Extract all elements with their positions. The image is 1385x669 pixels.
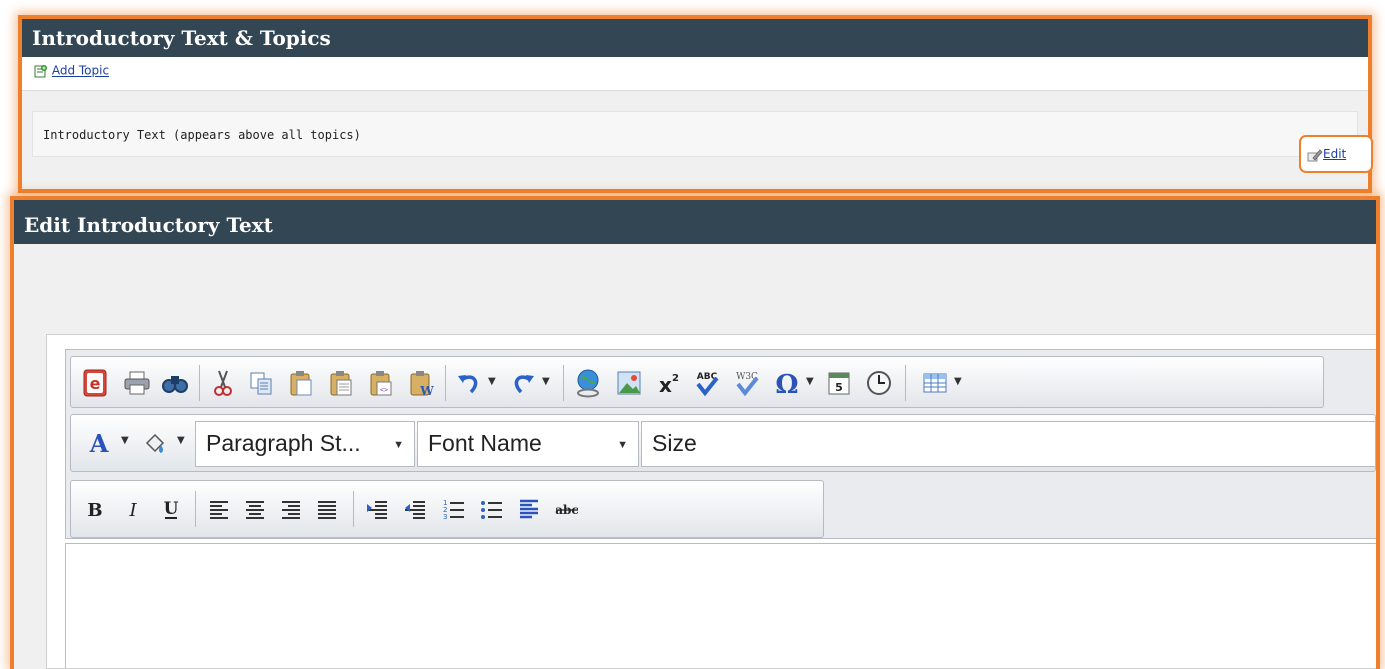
redo-icon[interactable] <box>505 365 541 401</box>
svg-text:<>: <> <box>380 386 388 394</box>
print-icon[interactable] <box>119 365 155 401</box>
font-name-caret-icon: ▼ <box>617 439 628 451</box>
rich-text-editor: e <> W ▼ ▼ x 2 ABC W3C Ω ▼ 5 ▼ A ▼ ▼ Par… <box>46 334 1376 669</box>
w3c-validate-icon[interactable]: W3C <box>729 365 765 401</box>
edit-intro-label: Edit <box>1323 147 1347 161</box>
topics-panel: Introductory Text & Topics Add Topic Int… <box>18 15 1372 193</box>
insert-table-icon[interactable] <box>917 365 953 401</box>
bold-icon[interactable]: B <box>77 491 113 527</box>
cut-icon[interactable] <box>205 365 241 401</box>
add-topic-icon[interactable] <box>34 64 48 78</box>
svg-text:Ω: Ω <box>775 370 798 397</box>
font-color-icon[interactable]: A <box>81 425 117 461</box>
svg-text:x: x <box>659 373 672 397</box>
toolbar-separator <box>199 365 200 401</box>
editor-content-area[interactable] <box>65 543 1376 668</box>
strikethrough-icon[interactable]: abc <box>549 491 585 527</box>
numbered-list-icon[interactable]: 123 <box>435 491 471 527</box>
intro-text-label: Introductory Text (appears above all top… <box>43 128 361 142</box>
align-center-icon[interactable] <box>237 491 273 527</box>
copy-icon[interactable] <box>243 365 279 401</box>
insert-table-dropdown-icon[interactable]: ▼ <box>954 376 962 387</box>
paragraph-style-value: Paragraph St... <box>206 430 361 456</box>
toolbar-separator <box>905 365 906 401</box>
svg-text:5: 5 <box>835 381 843 394</box>
paragraph-icon[interactable] <box>511 491 547 527</box>
svg-text:A: A <box>89 429 109 458</box>
paste-plain-icon[interactable] <box>323 365 359 401</box>
toolbar-row-3: B I U 1 2 3 abc <box>70 480 824 538</box>
undo-dropdown-icon[interactable]: ▼ <box>488 376 496 387</box>
toolbar-separator <box>353 491 354 527</box>
toolbar-separator <box>563 365 564 401</box>
superscript-icon[interactable]: x2 <box>651 365 687 401</box>
redo-dropdown-icon[interactable]: ▼ <box>542 376 550 387</box>
align-left-icon[interactable] <box>201 491 237 527</box>
toolbar-separator <box>445 365 446 401</box>
font-name-value: Font Name <box>428 430 542 456</box>
outdent-icon[interactable] <box>359 491 395 527</box>
edit-intro-panel-title: Edit Introductory Text <box>14 200 1376 244</box>
italic-icon[interactable]: I <box>115 491 151 527</box>
pencil-icon <box>1307 148 1323 162</box>
image-icon[interactable] <box>611 365 647 401</box>
paste-html-icon[interactable]: <> <box>363 365 399 401</box>
align-right-icon[interactable] <box>273 491 309 527</box>
special-chars-icon[interactable]: Ω <box>769 365 805 401</box>
font-name-select[interactable]: Font Name ▼ <box>417 421 639 467</box>
svg-text:e: e <box>90 374 101 393</box>
svg-text:B: B <box>87 500 102 521</box>
svg-text:I: I <box>128 500 137 521</box>
editor-toolbar: e <> W ▼ ▼ x 2 ABC W3C Ω ▼ 5 ▼ A ▼ ▼ Par… <box>65 349 1376 539</box>
toolbar-row-1: e <> W ▼ ▼ x 2 ABC W3C Ω ▼ 5 ▼ <box>70 356 1324 408</box>
insert-date-icon[interactable]: 5 <box>821 365 857 401</box>
edit-intro-button[interactable]: Edit <box>1299 135 1373 173</box>
undo-icon[interactable] <box>451 365 487 401</box>
add-topic-link[interactable]: Add Topic <box>52 64 109 78</box>
font-color-dropdown-icon[interactable]: ▼ <box>121 435 129 446</box>
editor-logo-icon[interactable]: e <box>77 365 113 401</box>
svg-text:W: W <box>419 384 434 397</box>
paragraph-style-select[interactable]: Paragraph St... ▼ <box>195 421 415 467</box>
edit-intro-panel: Edit Introductory Text e <> W ▼ ▼ x 2 AB… <box>10 196 1380 669</box>
svg-text:2: 2 <box>672 373 679 384</box>
add-topic-row: Add Topic <box>22 57 1368 91</box>
topics-panel-title: Introductory Text & Topics <box>22 19 1368 57</box>
svg-text:3: 3 <box>443 513 447 521</box>
highlight-color-dropdown-icon[interactable]: ▼ <box>177 435 185 446</box>
toolbar-row-2: A ▼ ▼ Paragraph St... ▼ Font Name ▼ Size <box>70 414 1376 472</box>
svg-text:U: U <box>164 499 179 519</box>
toolbar-separator <box>195 491 196 527</box>
indent-icon[interactable] <box>397 491 433 527</box>
paragraph-style-caret-icon: ▼ <box>393 439 404 451</box>
spellcheck-icon[interactable]: ABC <box>689 365 725 401</box>
bullet-list-icon[interactable] <box>473 491 509 527</box>
underline-icon[interactable]: U <box>153 491 189 527</box>
insert-time-icon[interactable] <box>861 365 897 401</box>
special-chars-dropdown-icon[interactable]: ▼ <box>806 376 814 387</box>
screenshot-stage: Introductory Text & Topics Add Topic Int… <box>0 0 1385 669</box>
intro-text-row: Introductory Text (appears above all top… <box>32 111 1358 157</box>
highlight-color-icon[interactable] <box>137 425 173 461</box>
font-size-select[interactable]: Size <box>641 421 1375 467</box>
font-size-value: Size <box>652 430 697 456</box>
justify-icon[interactable] <box>309 491 345 527</box>
find-icon[interactable] <box>157 365 193 401</box>
hyperlink-icon[interactable] <box>571 365 607 401</box>
paste-word-icon[interactable]: W <box>403 365 439 401</box>
paste-icon[interactable] <box>283 365 319 401</box>
